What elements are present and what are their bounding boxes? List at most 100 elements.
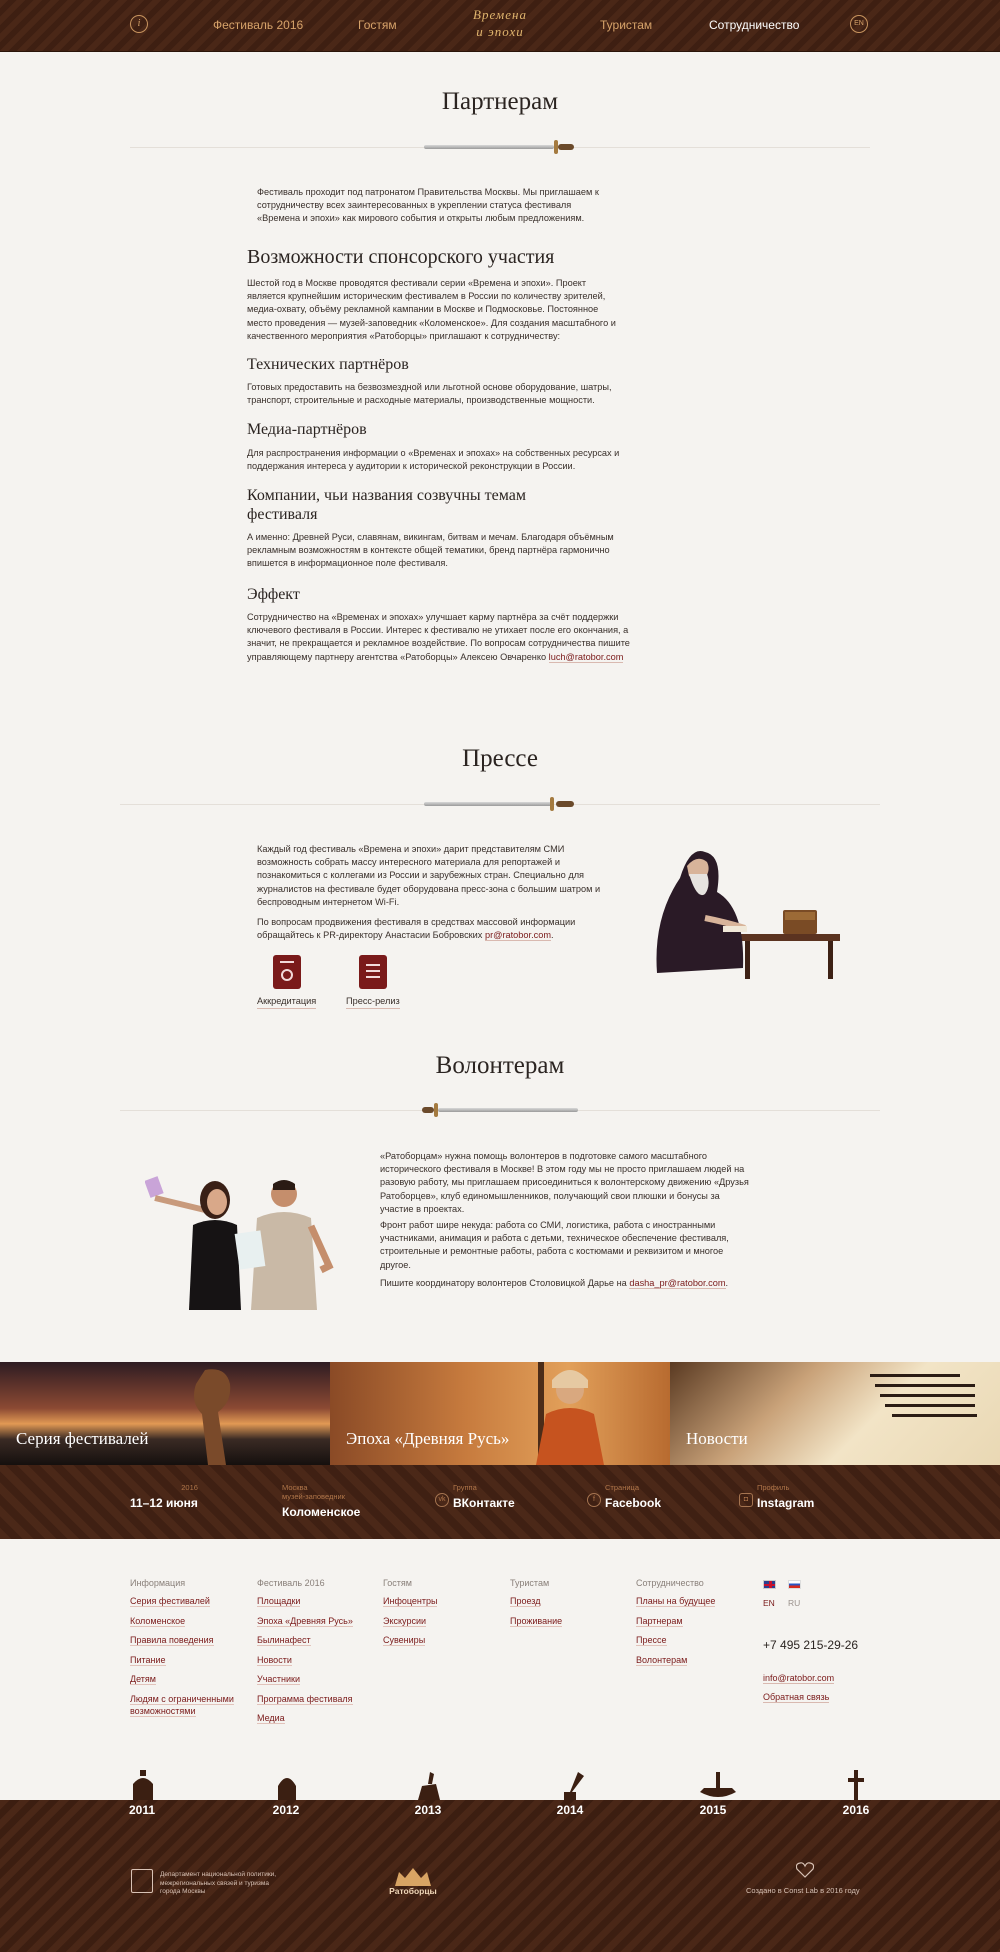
- partners-email-link[interactable]: luch@ratobor.com: [548, 651, 624, 663]
- department-text: Департамент национальной политики, межре…: [160, 1871, 277, 1895]
- footer-link[interactable]: Эпоха «Древняя Русь»: [257, 1615, 377, 1627]
- viking-ship-icon[interactable]: [700, 1770, 736, 1800]
- footer-link[interactable]: Серия фестивалей: [130, 1595, 250, 1607]
- volunteers-text-3: Пишите координатору волонтеров Столовицк…: [380, 1278, 729, 1289]
- info-bar: 2016 11–12 июня Москва музей-заповедник …: [0, 1465, 1000, 1539]
- footer-col-guests: Гостям Инфоцентры Экскурсии Сувениры: [383, 1578, 503, 1654]
- nav-tourists[interactable]: Туристам: [600, 18, 652, 32]
- sponsor-text: Шестой год в Москве проводятся фестивали…: [247, 278, 616, 341]
- viking-ship-prow-icon: [194, 1369, 231, 1465]
- uk-flag-icon[interactable]: [763, 1580, 776, 1589]
- accreditation-link[interactable]: Аккредитация: [257, 995, 317, 1010]
- year-2014[interactable]: 2014: [550, 1803, 590, 1817]
- footer-link[interactable]: Инфоцентры: [383, 1595, 503, 1607]
- info-icon[interactable]: i: [130, 15, 148, 33]
- footer-link[interactable]: Питание: [130, 1654, 250, 1666]
- effect-heading: Эффект: [247, 586, 300, 603]
- monk-scribe-photo: [656, 851, 840, 979]
- year-2016[interactable]: 2016: [836, 1803, 876, 1817]
- year-2012[interactable]: 2012: [266, 1803, 306, 1817]
- tile-ancient-rus[interactable]: Эпоха «Древняя Русь»: [330, 1362, 670, 1465]
- media-text: Для распространения информации о «Времен…: [247, 448, 620, 472]
- media-heading: Медиа-партнёров: [247, 421, 367, 438]
- gramophone-icon[interactable]: [558, 1770, 584, 1800]
- footer-link[interactable]: Прессе: [636, 1634, 756, 1646]
- footer-link[interactable]: Планы на будущее: [636, 1595, 756, 1607]
- sword-divider-icon: [424, 797, 578, 811]
- footer-link[interactable]: Правила поведения: [130, 1634, 250, 1646]
- tech-text: Готовых предоставить на безвозмездной ил…: [247, 382, 612, 406]
- partners-intro: Фестиваль проходит под патронатом Правит…: [257, 187, 599, 224]
- lang-en[interactable]: EN: [763, 1598, 775, 1608]
- festival-logo[interactable]: Времена и эпохи: [464, 6, 536, 46]
- tile-festival-series[interactable]: Серия фестивалей: [0, 1362, 330, 1465]
- moscow-emblem-icon: [131, 1869, 153, 1893]
- volunteers-email-link[interactable]: dasha_pr@ratobor.com: [629, 1278, 726, 1289]
- sword-hilt-icon[interactable]: [843, 1770, 869, 1800]
- tile-news[interactable]: Новости: [670, 1362, 1000, 1465]
- tile-caption: Эпоха «Древняя Русь»: [346, 1429, 510, 1448]
- footer-col-info: Информация Серия фестивалей Коломенское …: [130, 1578, 250, 1724]
- footer-col-festival: Фестиваль 2016 Площадки Эпоха «Древняя Р…: [257, 1578, 377, 1732]
- ratobor-logo-text[interactable]: Ратоборцы: [383, 1886, 443, 1896]
- partners-title: Партнерам: [441, 88, 559, 115]
- volunteers-photo: [145, 1176, 334, 1310]
- accreditation-icon[interactable]: [273, 955, 301, 989]
- nav-cooperation[interactable]: Сотрудничество: [709, 18, 799, 32]
- volunteers-text-1: «Ратоборцам» нужна помощь волонтеров в п…: [380, 1151, 749, 1214]
- footer-link[interactable]: Площадки: [257, 1595, 377, 1607]
- sword-divider-icon: [424, 140, 578, 154]
- top-navigation: i Фестиваль 2016 Гостям Времена и эпохи Т…: [0, 0, 1000, 52]
- tech-heading: Технических партнёров: [247, 356, 409, 373]
- footer-link[interactable]: Детям: [130, 1673, 250, 1685]
- info-venue[interactable]: Москва музей-заповедник Коломенское: [282, 1483, 360, 1521]
- footer-link[interactable]: Сувениры: [383, 1634, 503, 1646]
- footer-link[interactable]: Партнерам: [636, 1615, 756, 1627]
- info-facebook[interactable]: f Страница Facebook: [587, 1483, 661, 1512]
- info-instagram[interactable]: ◘ Профиль Instagram: [739, 1483, 814, 1512]
- rider-icon[interactable]: [416, 1770, 442, 1800]
- footer-col-tourists: Туристам Проезд Проживание: [510, 1578, 630, 1634]
- knight-helmet-icon[interactable]: [274, 1770, 300, 1800]
- footer-email[interactable]: info@ratobor.com: [763, 1673, 835, 1684]
- footer-link[interactable]: Былинафест: [257, 1634, 377, 1646]
- russia-flag-icon[interactable]: [788, 1580, 801, 1589]
- footer-col-heading: Сотрудничество: [636, 1578, 704, 1588]
- press-release-icon[interactable]: [359, 955, 387, 989]
- footer-link[interactable]: Людям с ограниченными возможностями: [130, 1693, 242, 1717]
- year-2015[interactable]: 2015: [693, 1803, 733, 1817]
- footer-link[interactable]: Медиа: [257, 1712, 377, 1724]
- press-email-link[interactable]: pr@ratobor.com: [484, 930, 551, 942]
- press-text-1: Каждый год фестиваль «Времена и эпохи» д…: [257, 844, 601, 907]
- footer-link[interactable]: Проезд: [510, 1595, 630, 1607]
- credit-text[interactable]: Создано в Const Lab в 2016 году: [746, 1886, 860, 1895]
- press-release-link[interactable]: Пресс-релиз: [346, 995, 400, 1010]
- info-vkontakte[interactable]: vk Группа ВКонтакте: [435, 1483, 515, 1512]
- footer-col-heading: Информация: [130, 1578, 186, 1588]
- footer-col-heading: Гостям: [383, 1578, 412, 1588]
- companies-heading: Компании, чьи названия созвучны темам фе…: [247, 487, 526, 523]
- year-2013[interactable]: 2013: [408, 1803, 448, 1817]
- footer-link[interactable]: Экскурсии: [383, 1615, 503, 1627]
- footer-link[interactable]: Волонтерам: [636, 1654, 756, 1666]
- footer-col-heading: Фестиваль 2016: [257, 1578, 325, 1588]
- warrior-helmet-icon[interactable]: [130, 1770, 156, 1800]
- footer-link[interactable]: Программа фестиваля: [257, 1693, 377, 1705]
- nav-guests[interactable]: Гостям: [358, 18, 397, 32]
- ratobor-logo-icon: [383, 1868, 443, 1886]
- year-2011[interactable]: 2011: [122, 1803, 162, 1817]
- footer-link[interactable]: Проживание: [510, 1615, 630, 1627]
- footer-link[interactable]: Коломенское: [130, 1615, 250, 1627]
- lang-ru[interactable]: RU: [788, 1598, 800, 1608]
- footer-col-cooperation: Сотрудничество Планы на будущее Партнера…: [636, 1578, 756, 1673]
- footer-link[interactable]: Новости: [257, 1654, 377, 1666]
- tile-caption: Серия фестивалей: [16, 1429, 149, 1448]
- woman-in-costume-icon: [536, 1362, 604, 1465]
- footer-link[interactable]: Участники: [257, 1673, 377, 1685]
- nav-festival-2016[interactable]: Фестиваль 2016: [213, 18, 303, 32]
- language-icon[interactable]: EN: [850, 15, 868, 33]
- info-date: 2016 11–12 июня: [130, 1483, 198, 1510]
- footer-phone[interactable]: +7 495 215-29-26: [763, 1638, 858, 1652]
- feedback-link[interactable]: Обратная связь: [763, 1692, 830, 1703]
- sword-divider-icon: [422, 1103, 578, 1117]
